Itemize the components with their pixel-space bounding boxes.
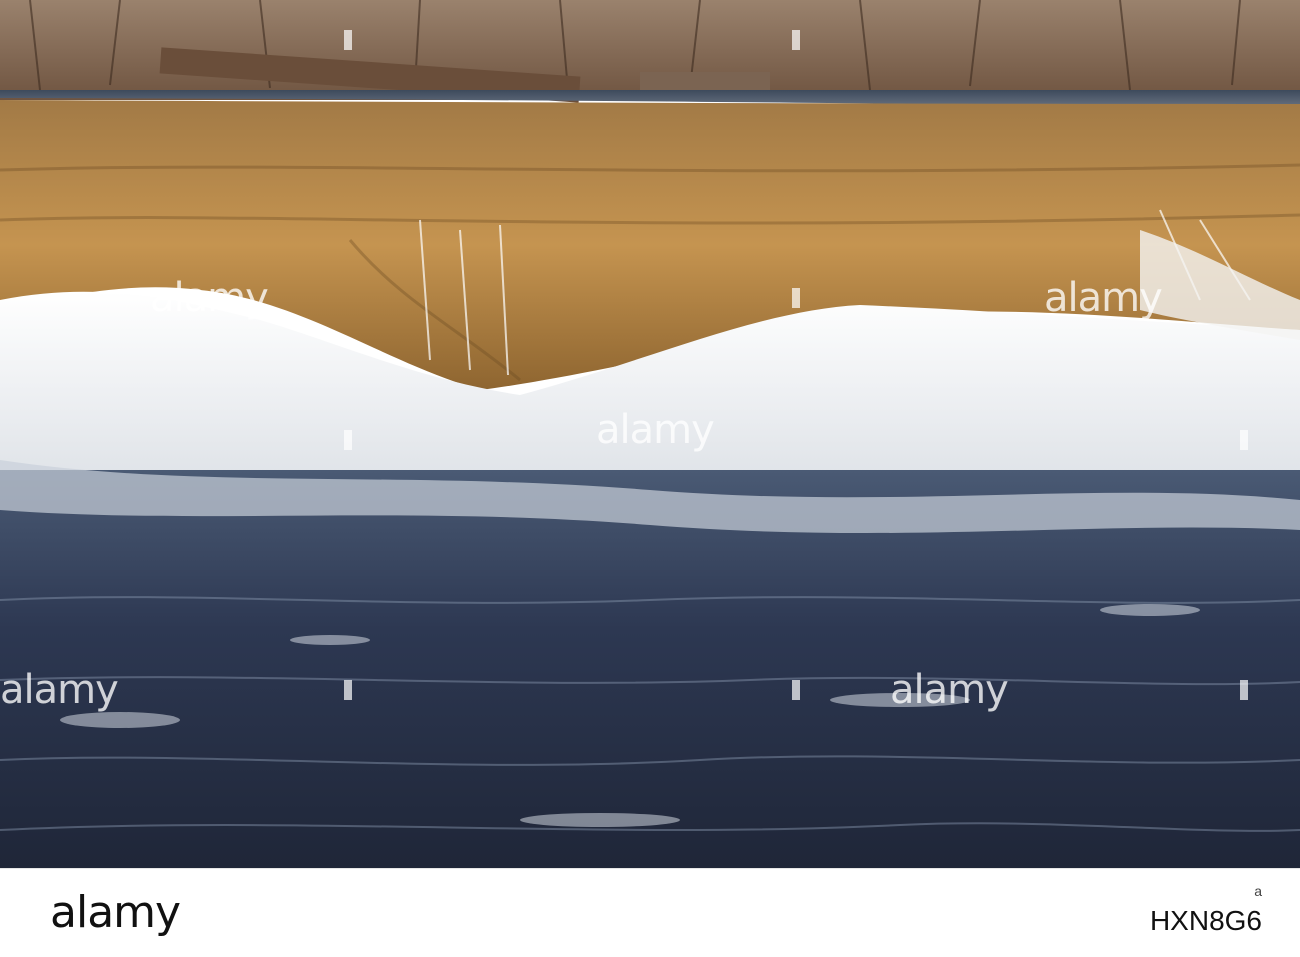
watermark: alamy <box>150 275 269 321</box>
waterfall-photo: alamy alamy alamy alamy alamy <box>0 0 1300 868</box>
image-code: HXN8G6 <box>1149 905 1262 936</box>
watermark: alamy <box>890 667 1009 713</box>
watermark: alamy <box>0 667 119 713</box>
brand-logo: alamy <box>50 887 181 938</box>
watermark-mark <box>1240 680 1248 700</box>
watermark: alamy <box>1044 275 1163 321</box>
watermark-mark <box>1240 430 1248 450</box>
watermark-mark <box>792 680 800 700</box>
watermark-mark <box>344 680 352 700</box>
watermark-mark <box>344 430 352 450</box>
watermark-mark <box>344 30 352 50</box>
image-code-label: a <box>1254 883 1262 899</box>
watermark: alamy <box>596 407 715 453</box>
watermark-mark <box>792 30 800 50</box>
footer-bar: alamy a HXN8G6 <box>0 868 1300 957</box>
floating-log <box>640 72 770 92</box>
watermark-mark <box>792 288 800 308</box>
river-water <box>0 470 1300 868</box>
